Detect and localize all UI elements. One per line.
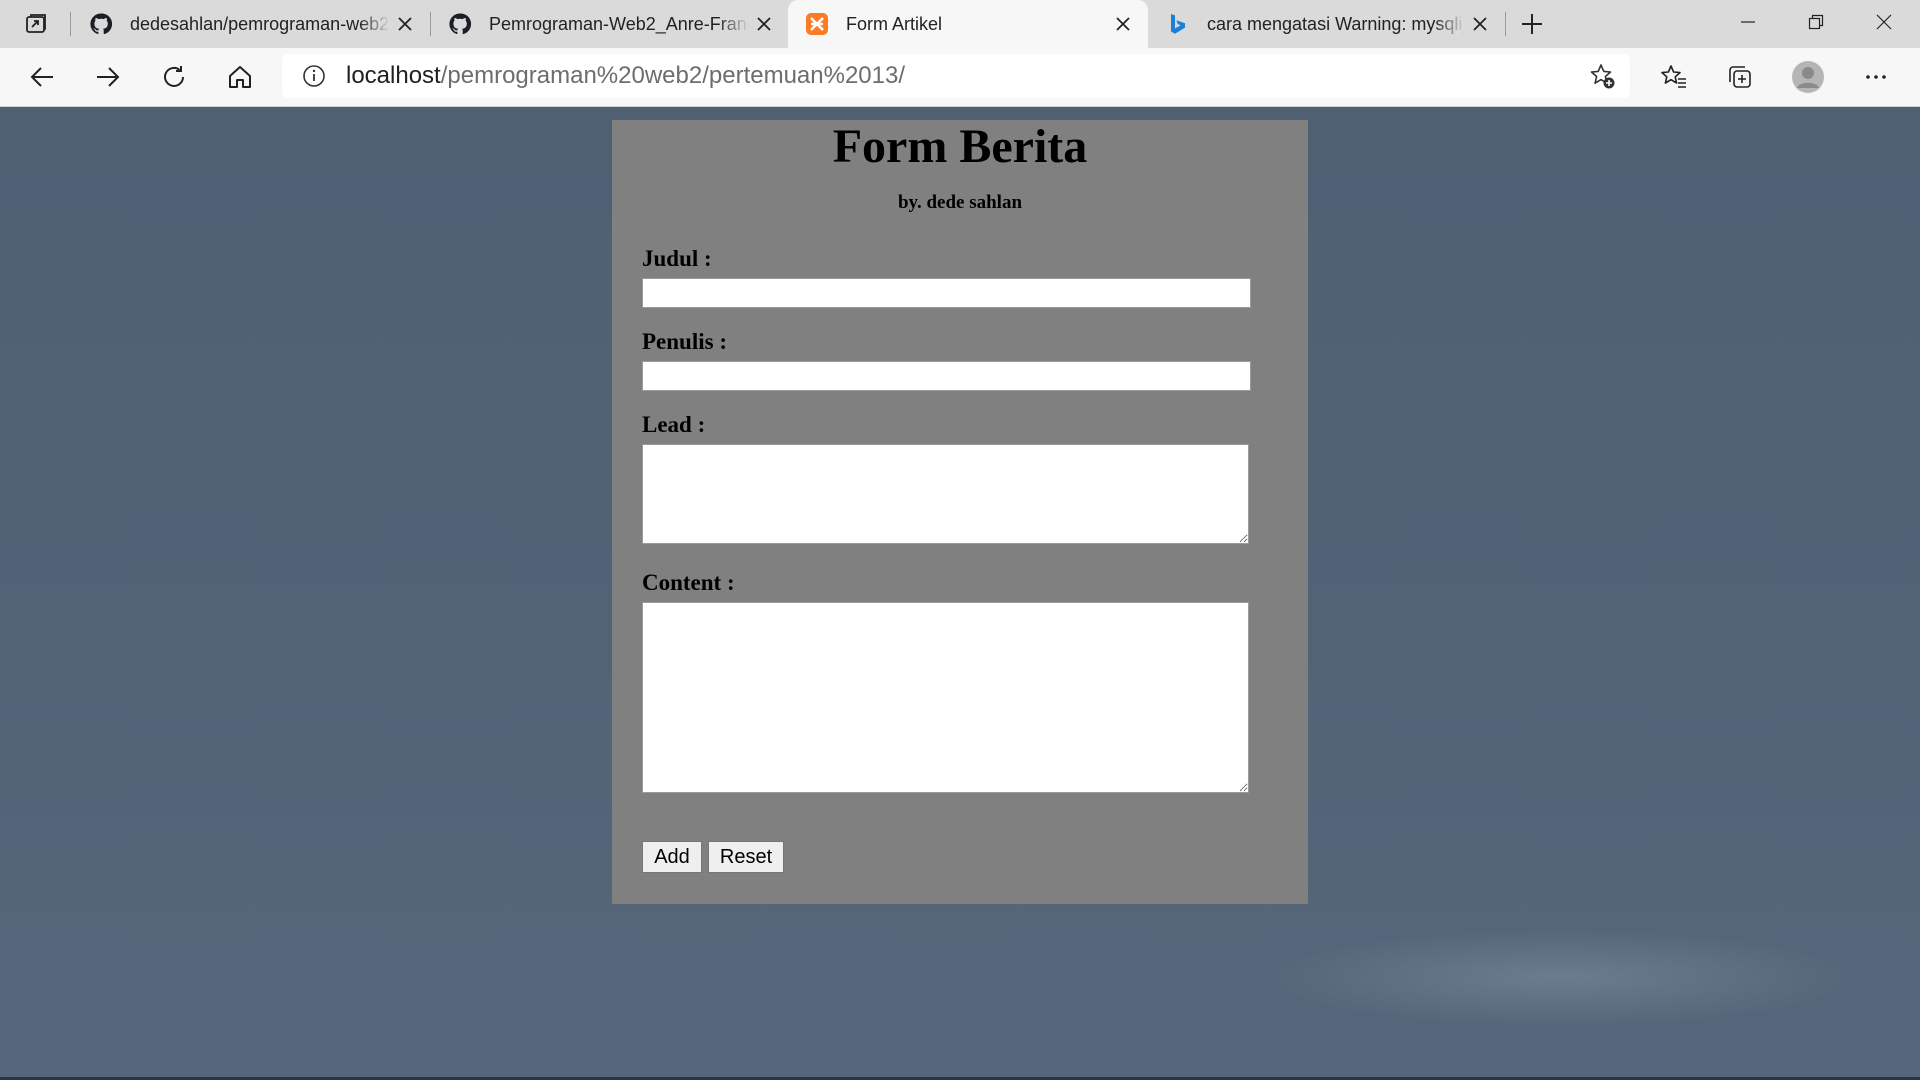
collections-icon [1729, 66, 1751, 88]
close-tab-button[interactable] [1108, 9, 1138, 39]
tab-actions-icon [26, 14, 46, 33]
back-button[interactable] [22, 57, 62, 97]
judul-label: Judul : [642, 246, 712, 271]
close-icon [1876, 14, 1892, 30]
close-window-button[interactable] [1850, 0, 1918, 44]
content-textarea[interactable] [642, 602, 1249, 793]
browser-toolbar: localhost/pemrograman%20web2/pertemuan%2… [0, 48, 1920, 107]
close-icon [1473, 17, 1487, 31]
tab-bing-search[interactable]: cara mengatasi Warning: mysqli_ [1149, 0, 1505, 48]
restore-icon [1808, 14, 1824, 30]
home-icon [229, 66, 251, 88]
minimize-button[interactable] [1714, 0, 1782, 44]
page-title: Form Berita [832, 120, 1088, 173]
plus-icon [1522, 14, 1542, 34]
close-icon [1116, 17, 1130, 31]
star-add-icon [1590, 64, 1615, 89]
form-container: Form Berita by. dede sahlan Judul : Penu… [612, 120, 1308, 904]
tab-title: Form Artikel [846, 13, 943, 34]
info-icon[interactable] [300, 62, 328, 90]
add-button[interactable]: Add [642, 841, 702, 873]
arrow-left-icon [30, 67, 53, 87]
github-icon [447, 11, 473, 37]
favorites-icon [1661, 65, 1686, 88]
address-bar[interactable]: localhost/pemrograman%20web2/pertemuan%2… [282, 54, 1630, 98]
close-tab-button[interactable] [1465, 9, 1495, 39]
tab-title: dedesahlan/pemrograman-web2 [130, 13, 390, 34]
tab-title: cara mengatasi Warning: mysqli_ [1207, 13, 1465, 34]
url-path: /pemrograman%20web2/pertemuan%2013/ [440, 62, 906, 89]
tab-strip: dedesahlan/pemrograman-web2 Pemrograman-… [0, 0, 1920, 48]
avatar-icon [1792, 61, 1824, 93]
bing-icon [1165, 11, 1191, 37]
content-label: Content : [642, 570, 735, 595]
minimize-icon [1741, 21, 1755, 23]
tab-separator [70, 12, 71, 36]
lead-textarea[interactable] [642, 444, 1249, 544]
url-host: localhost [346, 62, 441, 89]
page-viewport: Form Berita by. dede sahlan Judul : Penu… [0, 107, 1920, 1080]
close-icon [398, 17, 412, 31]
tab-title: Pemrograman-Web2_Anre-Franc [489, 13, 749, 34]
xampp-icon [804, 11, 830, 37]
close-tab-button[interactable] [390, 9, 420, 39]
settings-more-button[interactable] [1856, 57, 1896, 97]
penulis-input[interactable] [642, 361, 1251, 391]
refresh-icon [164, 66, 184, 87]
url-text[interactable]: localhost/pemrograman%20web2/pertemuan%2… [346, 62, 905, 90]
arrow-right-icon [97, 67, 120, 87]
more-icon [1866, 75, 1886, 79]
reset-button[interactable]: Reset [708, 841, 784, 873]
forward-button[interactable] [88, 57, 128, 97]
tab-separator [1505, 12, 1506, 36]
judul-input[interactable] [642, 278, 1251, 308]
favorites-button[interactable] [1654, 57, 1694, 97]
restore-button[interactable] [1782, 0, 1850, 44]
author-byline: by. dede sahlan [897, 192, 1023, 213]
add-favorite-button[interactable] [1586, 60, 1618, 92]
tab-github-1[interactable]: dedesahlan/pemrograman-web2 [72, 0, 430, 48]
tab-github-2[interactable]: Pemrograman-Web2_Anre-Franc [431, 0, 789, 48]
lead-label: Lead : [642, 412, 706, 437]
tab-form-artikel[interactable]: Form Artikel [788, 0, 1148, 48]
close-icon [757, 17, 771, 31]
collections-button[interactable] [1720, 57, 1760, 97]
close-tab-button[interactable] [749, 9, 779, 39]
new-tab-button[interactable] [1516, 8, 1548, 40]
refresh-button[interactable] [154, 57, 194, 97]
penulis-label: Penulis : [642, 329, 727, 354]
home-button[interactable] [220, 57, 260, 97]
profile-button[interactable] [1788, 57, 1828, 97]
tab-actions-button[interactable] [16, 8, 56, 40]
github-icon [88, 11, 114, 37]
